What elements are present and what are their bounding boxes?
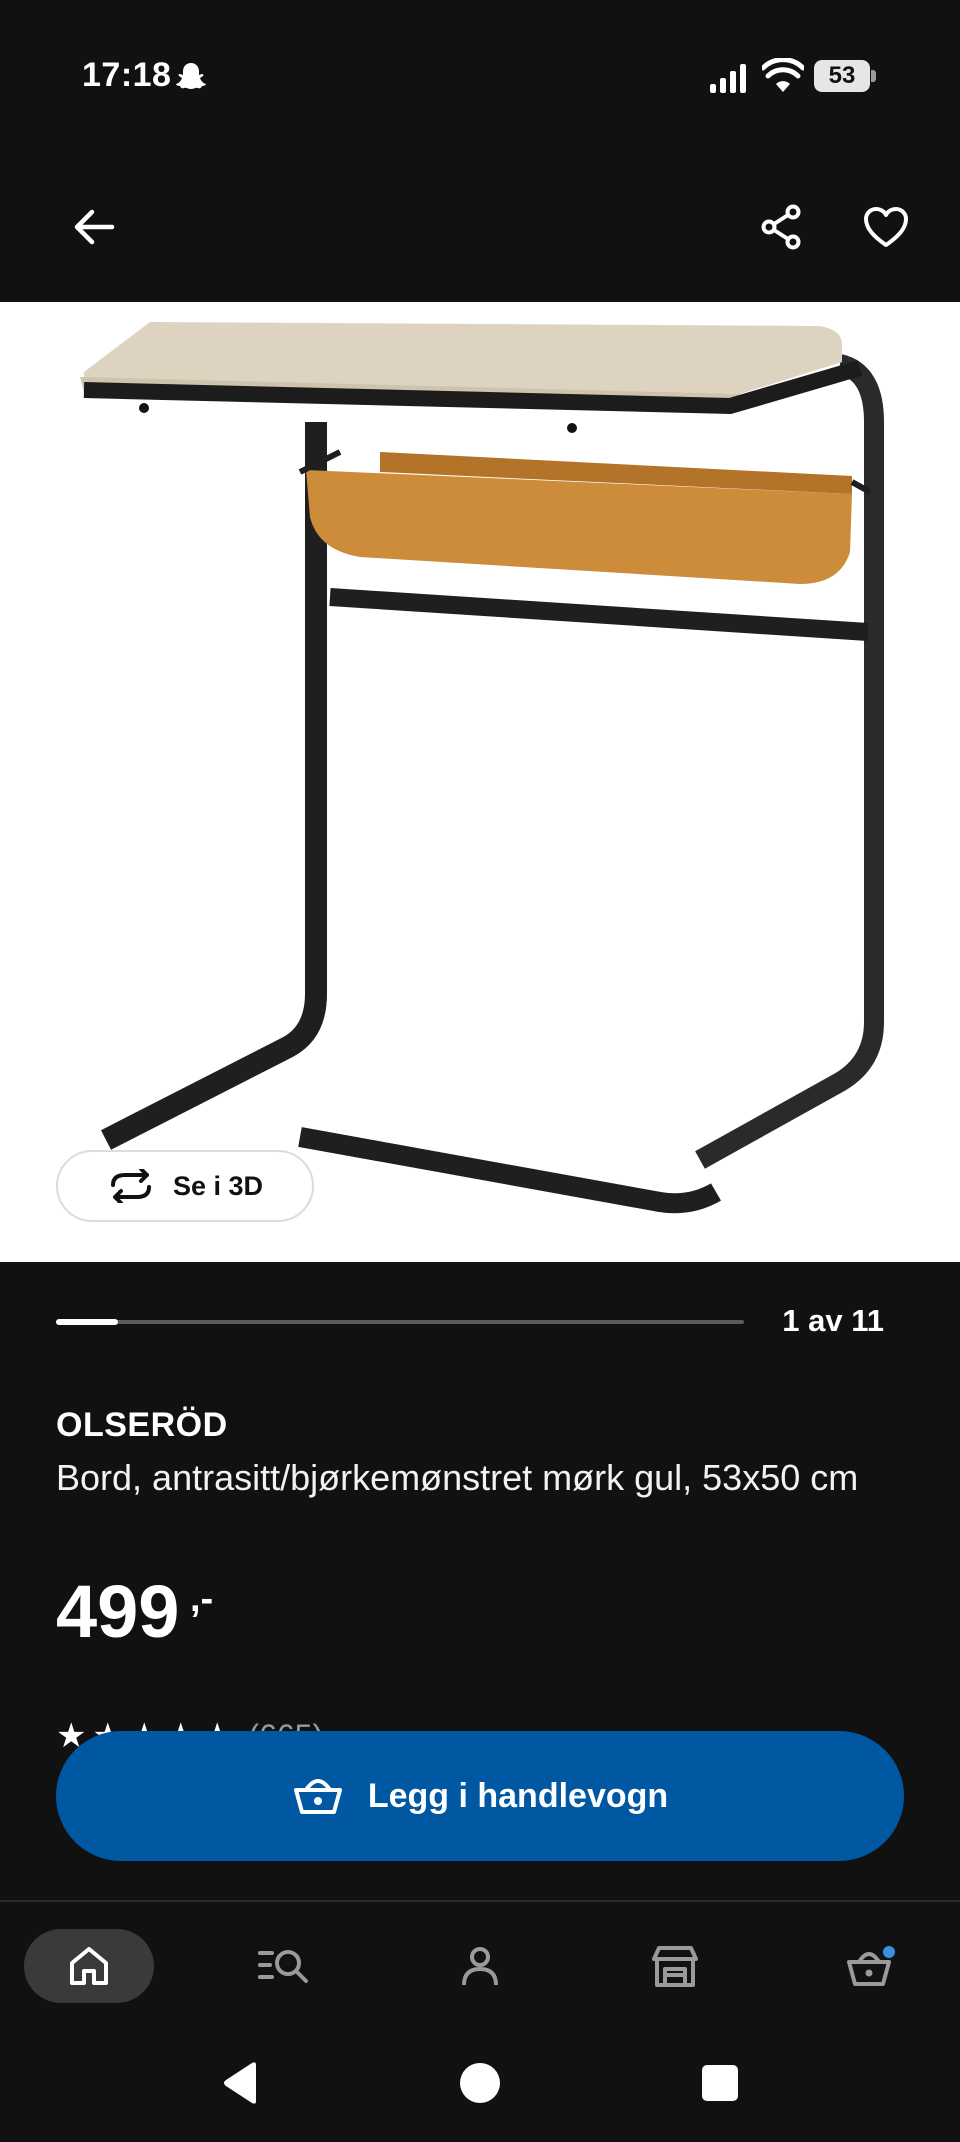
wifi-icon [762,58,804,92]
favorite-button[interactable] [846,187,926,267]
person-icon [462,1947,498,1986]
home-icon [70,1947,108,1985]
bottom-nav [0,1900,960,2032]
product-description: Bord, antrasitt/bjørkemønstret mørk gul,… [56,1457,859,1498]
price-suffix: ,- [190,1578,214,1620]
status-bar: 17:18 53 [0,0,960,150]
square-recents-icon [702,2065,738,2101]
cart-icon [847,1946,895,1986]
share-button[interactable] [742,187,822,267]
view-3d-button[interactable]: Se i 3D [56,1150,314,1222]
triangle-back-icon [224,2062,256,2104]
system-nav [0,2040,960,2140]
product-image[interactable] [0,302,960,1262]
product-name: OLSERÖD [56,1406,228,1444]
arrow-left-icon [74,209,115,245]
tab-search[interactable] [219,1929,349,2003]
view-3d-label: Se i 3D [172,1170,264,1201]
back-button[interactable] [54,187,134,267]
add-to-cart-button[interactable]: Legg i handlevogn [56,1731,904,1861]
system-recents-button[interactable] [690,2056,750,2110]
battery-indicator: 53 [814,60,876,92]
image-counter: 1 av 11 [782,1303,884,1338]
cart-badge [883,1946,895,1958]
tab-cart[interactable] [806,1929,936,2003]
add-to-cart-label: Legg i handlevogn [367,1776,669,1815]
image-progress-fill [56,1319,118,1325]
store-icon [652,1946,698,1987]
share-icon [761,204,801,250]
status-time: 17:18 [82,56,172,94]
heart-outline-icon [864,207,908,247]
rotate-3d-icon [110,1169,151,1203]
table-illustration [80,322,884,1214]
circle-home-icon [460,2063,500,2103]
top-nav [0,160,960,300]
image-progress-bar [56,1319,744,1325]
system-home-button[interactable] [450,2056,510,2110]
battery-level: 53 [828,62,856,89]
product-price: 499 [56,1570,180,1653]
tab-store[interactable] [610,1929,740,2003]
snapchat-ghost-icon [176,63,206,89]
system-back-button[interactable] [210,2056,270,2110]
search-list-icon [258,1950,308,1983]
tab-home[interactable] [24,1929,154,2003]
cell-signal-icon [710,64,746,93]
shopping-basket-icon [293,1779,342,1814]
tab-profile[interactable] [415,1929,545,2003]
